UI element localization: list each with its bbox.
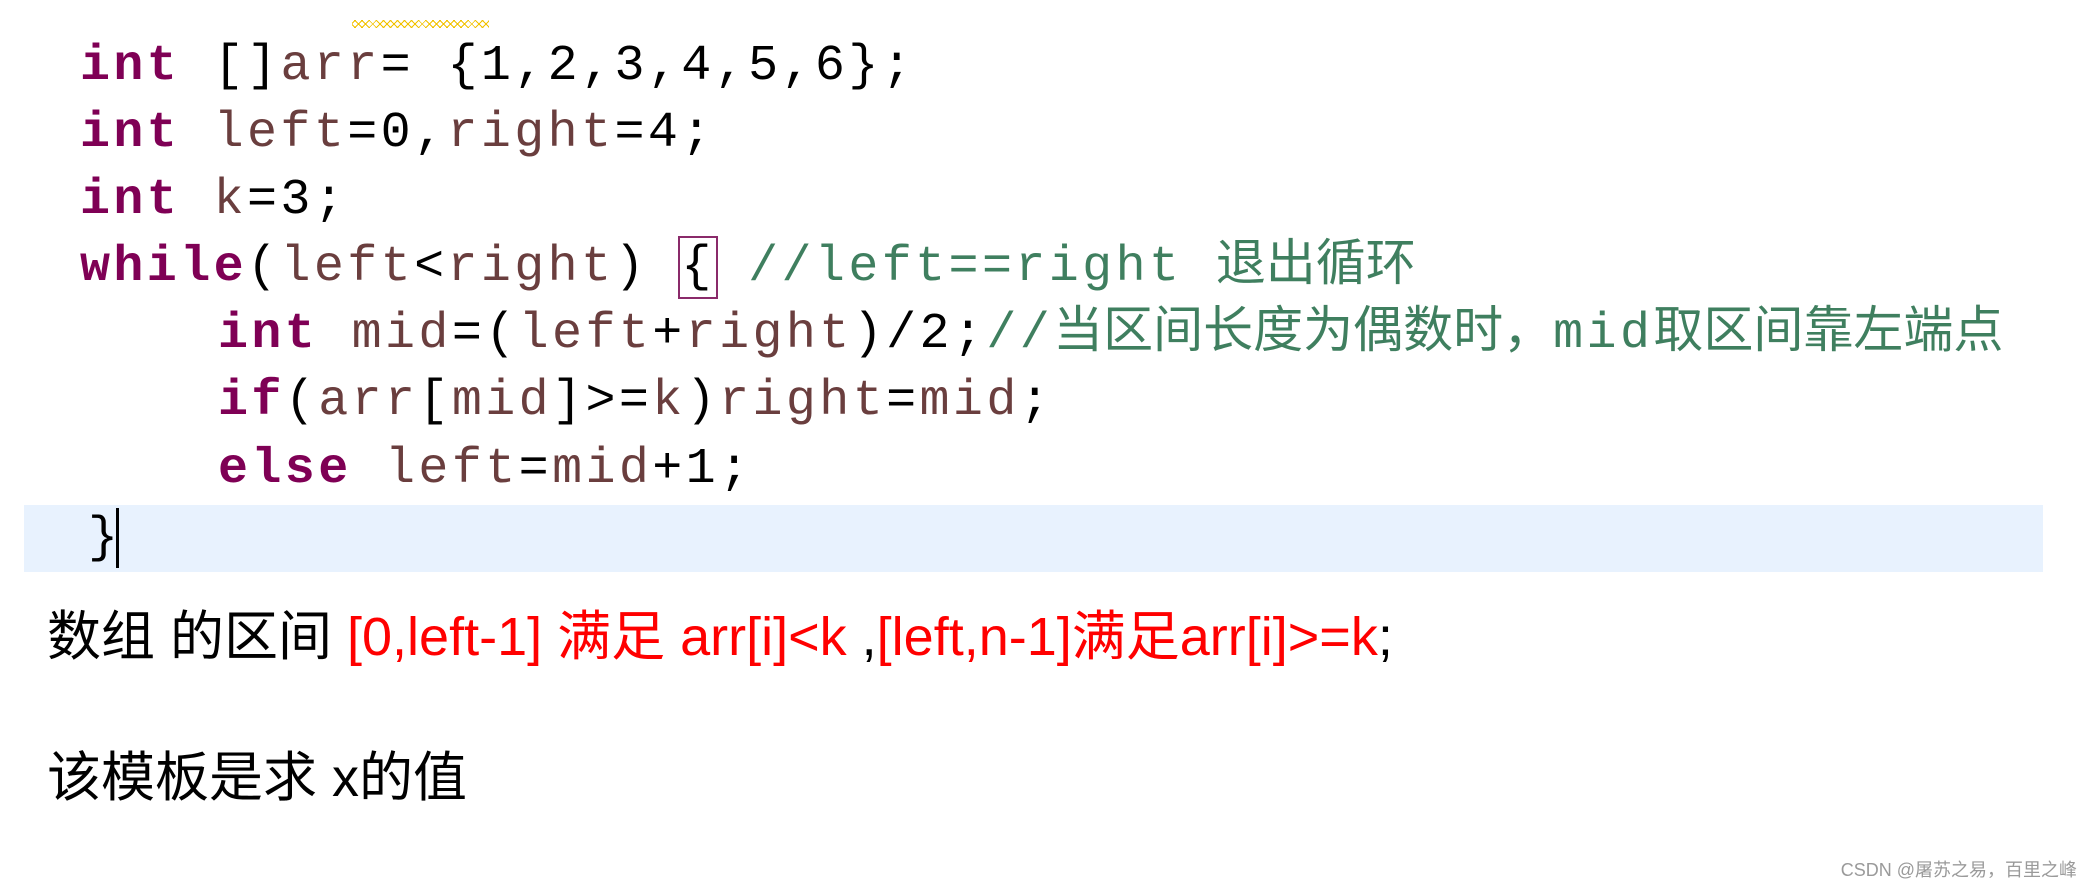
matching-brace: { bbox=[678, 236, 718, 299]
code-token: int bbox=[80, 38, 181, 95]
code-token: int bbox=[80, 172, 181, 229]
code-token: left bbox=[385, 441, 519, 498]
code-token: right bbox=[685, 306, 853, 363]
note-red-1: [0,left-1] 满足 arr[i]<k bbox=[347, 607, 847, 667]
code-token: +1; bbox=[652, 441, 753, 498]
code-token: arr bbox=[280, 38, 381, 95]
code-token: 退出循环 bbox=[1215, 239, 1416, 296]
code-token: =0, bbox=[347, 105, 448, 162]
code-token: k bbox=[652, 373, 686, 430]
code-token: while bbox=[80, 239, 248, 296]
code-token: else bbox=[218, 441, 352, 498]
code-token: // bbox=[986, 306, 1054, 363]
code-token: 取区间靠左端点 bbox=[1653, 306, 2004, 363]
code-token: mid bbox=[919, 373, 1020, 430]
code-token: ( bbox=[284, 373, 319, 430]
code-token: //left==right bbox=[714, 239, 1216, 296]
code-token: left bbox=[280, 239, 415, 296]
code-token: ]>= bbox=[552, 373, 653, 430]
code-line[interactable]: int []arr= {1,2,3,4,5,6}; bbox=[80, 33, 915, 100]
code-token: = bbox=[886, 373, 920, 430]
code-token: mid bbox=[1553, 306, 1654, 363]
code-token: int bbox=[80, 105, 181, 162]
code-token: ) bbox=[614, 239, 682, 296]
code-line[interactable]: int mid=(left+right)/2;//当区间长度为偶数时，mid取区… bbox=[218, 301, 2003, 368]
code-line[interactable]: else left=mid+1; bbox=[218, 436, 753, 503]
code-token: < bbox=[414, 239, 448, 296]
note-line-1: 数组 的区间 [0,left-1] 满足 arr[i]<k ,[left,n-1… bbox=[47, 592, 1393, 671]
code-token: right bbox=[447, 239, 615, 296]
code-token: [ bbox=[418, 373, 452, 430]
text-cursor bbox=[116, 508, 119, 568]
code-line[interactable]: int left=0,right=4; bbox=[80, 100, 715, 167]
note-red-2: [left,n-1]满足arr[i]>=k bbox=[876, 607, 1378, 667]
code-line[interactable]: int k=3; bbox=[80, 167, 347, 234]
watermark: CSDN @屠苏之易，百里之峰 bbox=[1840, 860, 2077, 880]
note-prefix: 数组 的区间 bbox=[47, 607, 348, 667]
code-token: = {1,2,3,4,5,6}; bbox=[380, 38, 916, 95]
code-token: k bbox=[213, 172, 248, 229]
code-token: int bbox=[218, 306, 319, 363]
code-token: ) bbox=[685, 373, 720, 430]
code-token: + bbox=[652, 306, 686, 363]
note-mid: , bbox=[846, 607, 877, 667]
code-token: =3; bbox=[247, 172, 348, 229]
code-token: = bbox=[518, 441, 553, 498]
warning-squiggle bbox=[352, 20, 489, 28]
note-line-2: 该模板是求 x的值 bbox=[47, 748, 468, 808]
code-line[interactable]: if(arr[mid]>=k)right=mid; bbox=[218, 368, 1053, 435]
note-suffix: ; bbox=[1377, 607, 1393, 667]
code-line[interactable]: while(left<right) { //left==right 退出循环 bbox=[80, 234, 1416, 301]
code-token: mid bbox=[351, 306, 452, 363]
code-token: arr bbox=[318, 373, 419, 430]
current-line-highlight bbox=[24, 505, 2043, 572]
code-token: )/2; bbox=[852, 306, 987, 363]
code-token: right bbox=[447, 105, 615, 162]
code-token: mid bbox=[451, 373, 553, 430]
code-token: left bbox=[518, 306, 653, 363]
code-token: ; bbox=[1019, 373, 1054, 430]
code-token: 当区间长度为偶数时， bbox=[1053, 306, 1554, 363]
code-token: left bbox=[213, 105, 348, 162]
code-token: mid bbox=[552, 441, 653, 498]
code-token: right bbox=[719, 373, 887, 430]
code-token: =( bbox=[451, 306, 519, 363]
code-token: =4; bbox=[614, 105, 715, 162]
code-token: [] bbox=[213, 38, 281, 95]
code-token: ( bbox=[247, 239, 281, 296]
code-token: if bbox=[218, 373, 285, 430]
